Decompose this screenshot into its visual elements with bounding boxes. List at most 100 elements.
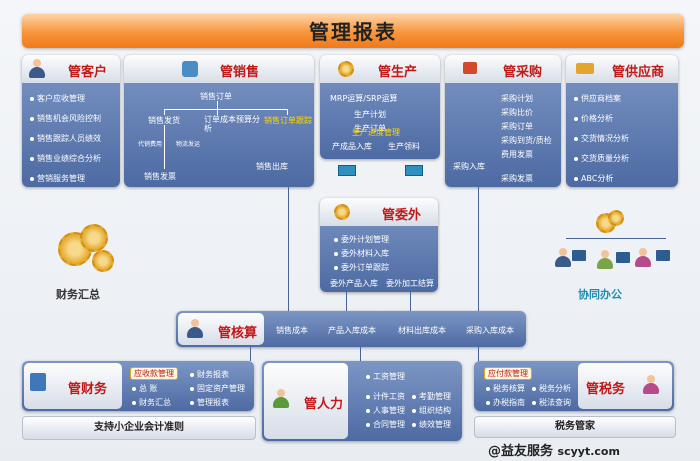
- list-item: 财务报表: [190, 369, 229, 380]
- sales-invoice: 销售发票: [144, 172, 176, 181]
- module-supplier[interactable]: 管供应商 供应商档案 价格分析 交货情况分析 交货质量分析 ABC分析: [566, 55, 678, 187]
- module-production-title: 管生产: [378, 65, 418, 80]
- order-cost-analysis: 订单成本预算分析: [204, 115, 260, 133]
- person-icon: [596, 250, 614, 270]
- brand-name: @益友服务: [488, 444, 554, 459]
- payables-highlight: 应付款管理: [484, 367, 532, 380]
- title-bar: 管理报表: [22, 14, 684, 48]
- module-outsourcing-header: 管委外: [320, 198, 438, 226]
- module-sales[interactable]: 管销售 销售订单 销售发货 订单成本预算分析 销售订单跟踪 代销费用 物流发运 …: [124, 55, 314, 187]
- module-customer[interactable]: 管客户 客户应收管理 销售机会风险控制 销售跟踪人员绩效 销售业绩综合分析 营销…: [22, 55, 120, 187]
- module-supplier-header: 管供应商: [566, 55, 678, 83]
- person-icon: [554, 248, 572, 268]
- purchase-inbound: 采购入库: [453, 162, 485, 171]
- list-item: 价格分析: [574, 113, 613, 124]
- module-purchase[interactable]: 管采购 采购计划 采购比价 采购订单 采购到货/质检 费用发票 采购入库 采购发…: [445, 55, 561, 187]
- list-item: 客户应收管理: [30, 93, 85, 104]
- truck-icon: [576, 63, 594, 74]
- mrp-calc: MRP运算/SRP运算: [330, 94, 398, 103]
- monitor-icon: [656, 250, 670, 261]
- monitor-icon: [572, 250, 586, 261]
- gear-icon: [92, 250, 114, 272]
- list-item: 工资管理: [366, 371, 405, 382]
- finance-summary-label: 财务汇总: [56, 288, 100, 301]
- list-item: 财务汇总: [132, 397, 171, 408]
- module-accounting-header: 管核算: [178, 313, 264, 345]
- footer-right-bar: 税务管家: [474, 416, 676, 438]
- module-tax[interactable]: 应付款管理 税务核算 税务分析 办税指南 税法查询 管税务: [474, 361, 674, 411]
- receivables-highlight: 应收款管理: [130, 367, 178, 380]
- sales-order: 销售订单: [200, 92, 232, 101]
- factory-icon: [338, 165, 356, 176]
- list-item: 管理报表: [190, 397, 229, 408]
- list-item: 委外计划管理: [334, 234, 389, 245]
- monitor-icon: [616, 252, 630, 263]
- production-picking: 生产领料: [388, 142, 420, 151]
- scale-icon: [182, 61, 198, 77]
- list-item: 组织结构: [412, 405, 451, 416]
- gear-icon: [80, 224, 108, 252]
- purchase-invoice: 采购发票: [501, 174, 533, 183]
- module-sales-header: 管销售: [124, 55, 314, 83]
- gear-icon: [338, 61, 354, 77]
- module-supplier-title: 管供应商: [612, 65, 665, 80]
- list-item: 考勤管理: [412, 391, 451, 402]
- accountant-icon: [186, 319, 204, 339]
- module-production[interactable]: 管生产 MRP运算/SRP运算 生产计划 生产订单 生产进度管理 产成品入库 生…: [320, 55, 440, 159]
- module-purchase-header: 管采购: [445, 55, 561, 83]
- outsourced-product-in: 委外产品入库: [330, 279, 378, 288]
- module-production-header: 管生产: [320, 55, 440, 83]
- logistics: 物流发运: [176, 141, 201, 148]
- calculator-icon: [30, 373, 46, 391]
- consignment-fee: 代销费用: [138, 141, 163, 148]
- list-item: 委外订单跟踪: [334, 262, 389, 273]
- list-item: 固定资产管理: [190, 383, 245, 394]
- purchase-receipt: 采购到货/质检: [501, 136, 552, 145]
- cart-icon: [463, 62, 477, 74]
- module-sales-title: 管销售: [220, 65, 260, 80]
- module-finance-title: 管财务: [68, 382, 108, 397]
- module-outsourcing[interactable]: 管委外 委外计划管理 委外材料入库 委外订单跟踪 委外产品入库 委外加工结算: [320, 198, 438, 292]
- gear-icon: [334, 204, 350, 220]
- module-customer-header: 管客户: [22, 55, 120, 83]
- list-item: 税务分析: [532, 383, 571, 394]
- person-icon: [272, 389, 290, 409]
- expense-invoice: 费用发票: [501, 150, 533, 159]
- list-item: 交货质量分析: [574, 153, 629, 164]
- list-item: 营销服务管理: [30, 173, 85, 184]
- module-accounting-title: 管核算: [218, 326, 258, 341]
- person-icon: [642, 375, 660, 395]
- diagram-canvas: 管理报表 管客户 客户应收管理 销售机会风险控制 销售跟踪人员绩效 销售业绩综合…: [0, 0, 700, 461]
- brand-url: scyyt.com: [557, 445, 620, 458]
- module-accounting[interactable]: 管核算 销售成本 产品入库成本 材料出库成本 采购入库成本: [176, 311, 526, 347]
- list-item: 交货情况分析: [574, 133, 629, 144]
- material-out-cost: 材料出库成本: [398, 326, 446, 335]
- sales-cost: 销售成本: [276, 326, 308, 335]
- factory-icon: [405, 165, 423, 176]
- module-tax-header: 管税务: [578, 363, 672, 409]
- purchase-compare: 采购比价: [501, 108, 533, 117]
- person-icon: [634, 248, 652, 268]
- list-item: 绩效管理: [412, 419, 451, 430]
- module-hr-title: 管人力: [304, 397, 344, 412]
- list-item: 合同管理: [366, 419, 405, 430]
- module-finance[interactable]: 管财务 应收款管理 财务报表 总 账 固定资产管理 财务汇总 管理报表: [22, 361, 254, 411]
- module-hr-header: 管人力: [264, 363, 348, 439]
- collab-office-label: 协同办公: [578, 288, 622, 301]
- module-finance-header: 管财务: [24, 363, 122, 409]
- list-item: 供应商档案: [574, 93, 621, 104]
- production-progress: 生产进度管理: [352, 128, 400, 137]
- page-title: 管理报表: [309, 20, 397, 44]
- list-item: 税务核算: [486, 383, 525, 394]
- product-in-cost: 产品入库成本: [328, 326, 376, 335]
- sales-outbound: 销售出库: [256, 162, 288, 171]
- list-item: 办税指南: [486, 397, 525, 408]
- people-icon: [28, 59, 46, 79]
- production-plan: 生产计划: [354, 110, 386, 119]
- list-item: 税法查询: [532, 397, 571, 408]
- module-tax-title: 管税务: [586, 382, 626, 397]
- module-hr[interactable]: 管人力 工资管理 计件工资 考勤管理 人事管理 组织结构 合同管理 绩效管理: [262, 361, 462, 441]
- list-item: 销售业绩综合分析: [30, 153, 101, 164]
- module-purchase-title: 管采购: [503, 65, 543, 80]
- list-item: 销售跟踪人员绩效: [30, 133, 101, 144]
